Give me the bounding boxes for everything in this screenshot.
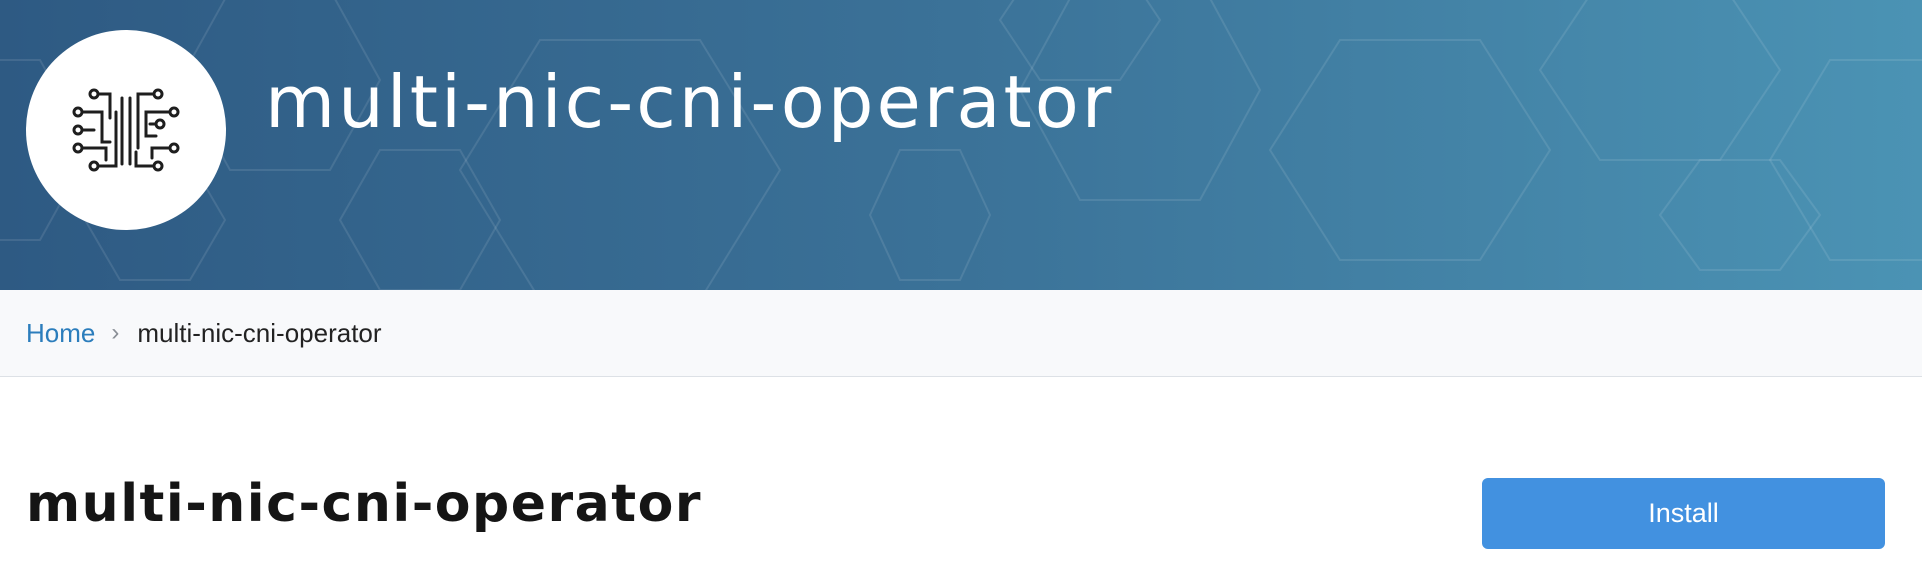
breadcrumb-current: multi-nic-cni-operator	[137, 317, 382, 348]
chevron-right-icon: ›	[111, 319, 120, 346]
hexagon-pattern	[0, 0, 1922, 290]
breadcrumb-home-link[interactable]: Home	[26, 318, 95, 349]
operator-logo	[26, 30, 226, 230]
circuit-chip-icon	[72, 88, 180, 172]
hero-banner: multi-nic-cni-operator	[0, 0, 1922, 290]
hero-title: multi-nic-cni-operator	[265, 60, 1115, 144]
install-button[interactable]: Install	[1482, 478, 1885, 549]
breadcrumb: Home › multi-nic-cni-operator	[0, 290, 1922, 377]
page-title: multi-nic-cni-operator	[26, 474, 702, 534]
